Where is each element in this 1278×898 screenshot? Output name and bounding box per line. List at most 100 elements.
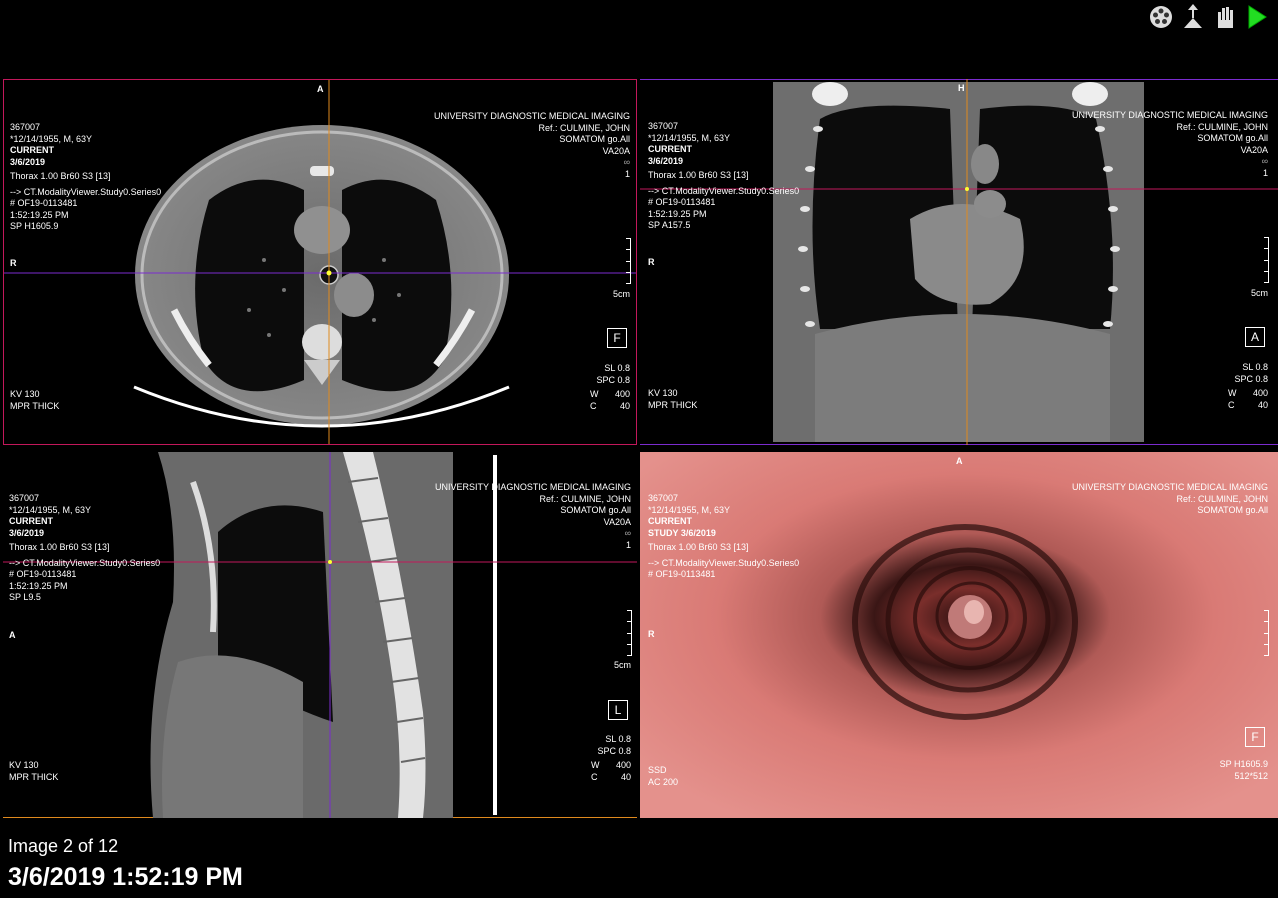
orientation-badge[interactable]: A — [1245, 327, 1265, 347]
mpr-mode: MPR THICK — [9, 771, 59, 782]
patient-info-overlay: 367007 *12/14/1955, M, 63Y CURRENT 3/6/2… — [10, 122, 161, 233]
study-date: 3/6/2019 — [648, 155, 684, 166]
hand-tool-icon[interactable] — [1212, 4, 1238, 30]
referrer: Ref.: CULMINE, JOHN — [539, 493, 631, 504]
patient-info-overlay: 367007 *12/14/1955, M, 63Y CURRENT 3/6/2… — [9, 493, 160, 604]
software-version: VA20A — [603, 516, 631, 527]
scale-label: 5cm — [612, 289, 630, 299]
window-center-label: C — [1228, 399, 1235, 410]
link-icon[interactable]: ∞ — [1072, 156, 1268, 168]
window-level-overlay: W 400 C 40 — [1228, 388, 1268, 411]
slice-position: SP L9.5 — [9, 592, 41, 602]
slice-thickness: SL 0.8 — [605, 734, 631, 744]
institution-overlay: UNIVERSITY DIAGNOSTIC MEDICAL IMAGING Re… — [1072, 482, 1268, 517]
software-version: VA20A — [1240, 144, 1268, 155]
window-center-label: C — [591, 771, 598, 782]
current-label: CURRENT — [648, 144, 692, 154]
film-reel-icon[interactable] — [1148, 4, 1174, 30]
orientation-left: R — [648, 257, 655, 267]
mpr-mode: MPR THICK — [10, 400, 60, 411]
slice-spacing: SPC 0.8 — [596, 374, 630, 385]
coronal-viewport[interactable]: H R 367007 *12/14/1955, M, 63Y CURRENT 3… — [640, 79, 1278, 445]
window-center-label: C — [590, 400, 597, 411]
window-width-value: 400 — [614, 389, 630, 399]
technique-overlay: KV 130 MPR THICK — [648, 388, 697, 411]
kv-value: KV 130 — [9, 760, 39, 770]
acquisition-time: 1:52:19.25 PM — [10, 209, 69, 220]
viewer-toolbar — [1148, 0, 1278, 34]
orientation-top: A — [956, 456, 963, 466]
axial-viewport[interactable]: A R 367007 *12/14/1955, M, 63Y CURRENT 3… — [3, 79, 637, 445]
patient-upload-icon[interactable] — [1180, 4, 1206, 30]
institution-overlay: UNIVERSITY DIAGNOSTIC MEDICAL IMAGING Re… — [435, 482, 631, 551]
link-number: 1 — [625, 539, 631, 550]
window-width-value: 400 — [615, 760, 631, 770]
position-overlay: SP H1605.9 512*512 — [1220, 759, 1268, 782]
current-label: CURRENT — [648, 516, 692, 526]
orientation-top: A — [317, 84, 324, 94]
scale-label: 5cm — [1250, 288, 1268, 298]
patient-info-overlay: 367007 *12/14/1955, M, 63Y CURRENT STUDY… — [648, 493, 799, 581]
link-icon[interactable]: ∞ — [434, 157, 630, 169]
patient-id: 367007 — [648, 121, 679, 131]
orientation-badge[interactable]: F — [607, 328, 627, 348]
play-icon[interactable] — [1244, 4, 1270, 30]
referrer: Ref.: CULMINE, JOHN — [538, 122, 630, 133]
slice-thickness: SL 0.8 — [1242, 362, 1268, 372]
scanner-model: SOMATOM go.All — [1197, 505, 1268, 515]
ac-value: AC 200 — [648, 776, 679, 787]
accession-number: # OF19-0113481 — [9, 569, 77, 579]
window-width-label: W — [1228, 388, 1237, 398]
kv-value: KV 130 — [648, 388, 678, 398]
current-label: CURRENT — [9, 516, 53, 526]
series-description: Thorax 1.00 Br60 S3 [13] — [648, 542, 749, 552]
technique-overlay: KV 130 MPR THICK — [9, 760, 58, 783]
current-label: CURRENT — [10, 145, 54, 155]
mpr-mode: MPR THICK — [648, 399, 698, 410]
slice-info-overlay: SL 0.8 SPC 0.8 — [596, 363, 630, 386]
technique-overlay: KV 130 MPR THICK — [10, 389, 59, 412]
slice-info-overlay: SL 0.8 SPC 0.8 — [1234, 362, 1268, 385]
slice-info-overlay: SL 0.8 SPC 0.8 — [597, 734, 631, 757]
kv-value: KV 130 — [10, 389, 40, 399]
slice-position: SP H1605.9 — [1219, 759, 1268, 769]
scanner-model: SOMATOM go.All — [1197, 133, 1268, 143]
slice-thickness: SL 0.8 — [604, 363, 630, 373]
patient-dob: *12/14/1955, M, 63Y — [648, 504, 731, 515]
window-center-value: 40 — [619, 400, 630, 411]
scale-label: 5cm — [613, 660, 631, 670]
link-icon[interactable]: ∞ — [435, 528, 631, 540]
endoscopy-viewport[interactable]: A R 367007 *12/14/1955, M, 63Y CURRENT S… — [640, 452, 1278, 818]
window-center-value: 40 — [620, 771, 631, 782]
modality-viewer: --> CT.ModalityViewer.Study0.Series0 — [648, 557, 800, 568]
patient-dob: *12/14/1955, M, 63Y — [10, 133, 93, 144]
accession-number: # OF19-0113481 — [648, 197, 716, 207]
slice-position: SP A157.5 — [648, 220, 691, 230]
accession-number: # OF19-0113481 — [10, 198, 78, 208]
institution-name: UNIVERSITY DIAGNOSTIC MEDICAL IMAGING — [1071, 482, 1268, 492]
link-number: 1 — [1262, 167, 1268, 178]
patient-dob: *12/14/1955, M, 63Y — [648, 132, 731, 143]
series-description: Thorax 1.00 Br60 S3 [13] — [648, 170, 749, 180]
software-version: VA20A — [602, 145, 630, 156]
study-date: STUDY 3/6/2019 — [648, 527, 716, 538]
institution-name: UNIVERSITY DIAGNOSTIC MEDICAL IMAGING — [1071, 110, 1268, 120]
orientation-badge[interactable]: F — [1245, 727, 1265, 747]
image-status: Image 2 of 12 3/6/2019 1:52:19 PM — [8, 836, 243, 892]
slice-spacing: SPC 0.8 — [597, 745, 631, 756]
study-date: 3/6/2019 — [10, 156, 46, 167]
orientation-top: H — [958, 83, 965, 93]
orientation-badge[interactable]: L — [608, 700, 628, 720]
institution-name: UNIVERSITY DIAGNOSTIC MEDICAL IMAGING — [434, 482, 631, 492]
scanner-model: SOMATOM go.All — [559, 134, 630, 144]
sagittal-viewport[interactable]: A 367007 *12/14/1955, M, 63Y CURRENT 3/6… — [3, 452, 637, 818]
window-width-label: W — [591, 760, 600, 770]
patient-id: 367007 — [10, 122, 41, 132]
scale-bar — [625, 610, 632, 656]
study-date: 3/6/2019 — [9, 527, 45, 538]
institution-overlay: UNIVERSITY DIAGNOSTIC MEDICAL IMAGING Re… — [1072, 110, 1268, 179]
patient-dob: *12/14/1955, M, 63Y — [9, 504, 92, 515]
orientation-left: R — [10, 258, 17, 268]
acquisition-time: 1:52:19.25 PM — [648, 208, 707, 219]
scanner-model: SOMATOM go.All — [560, 505, 631, 515]
